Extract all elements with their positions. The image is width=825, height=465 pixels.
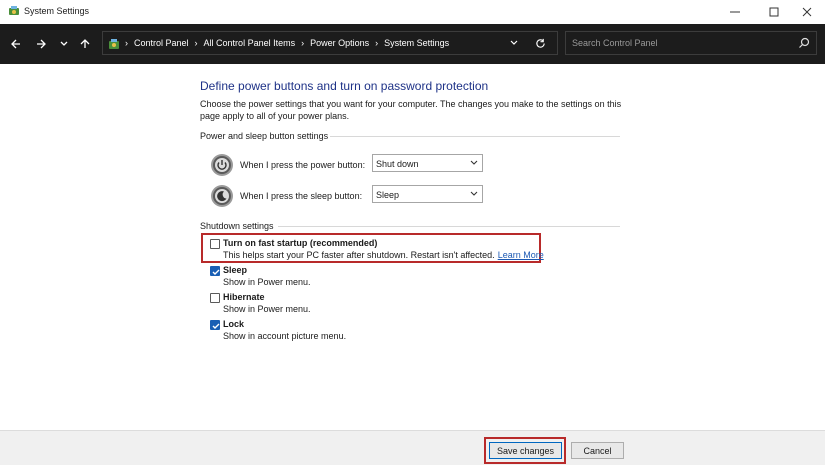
breadcrumb-all-items[interactable]: All Control Panel Items [204,38,296,48]
maximize-icon [769,7,779,17]
sleep-option-description: Show in Power menu. [223,277,311,287]
back-button[interactable] [7,35,25,53]
breadcrumb-system-settings[interactable]: System Settings [384,38,449,48]
lock-option-description: Show in account picture menu. [223,331,347,341]
search-placeholder: Search Control Panel [572,38,658,48]
power-button-icon [211,154,233,176]
sleep-button-row: When I press the sleep button: Sleep [210,184,490,208]
close-icon [802,7,812,17]
chevron-down-icon [470,160,478,165]
footer-bar: Save changes Cancel [0,430,825,465]
power-button-select-value: Shut down [376,159,419,169]
fast-startup-checkbox[interactable] [210,239,220,249]
save-changes-button[interactable]: Save changes [489,442,562,459]
address-bar[interactable]: › Control Panel › All Control Panel Item… [102,31,558,55]
arrow-left-icon [11,39,20,49]
hibernate-checkbox[interactable] [210,293,220,303]
up-button[interactable] [76,35,94,53]
fast-startup-description: This helps start your PC faster after sh… [223,250,544,260]
window-title: System Settings [24,6,90,16]
search-input[interactable]: Search Control Panel [565,31,817,55]
section-divider [278,226,620,227]
lock-option-title: Lock [223,319,245,329]
checkmark-icon [212,323,220,329]
learn-more-link[interactable]: Learn More [498,250,544,260]
chevron-down-icon [470,191,478,196]
fast-startup-description-text: This helps start your PC faster after sh… [223,250,495,260]
section-divider [330,136,620,137]
close-button[interactable] [789,0,825,24]
refresh-button[interactable] [533,36,547,50]
breadcrumb-power-options[interactable]: Power Options [310,38,369,48]
power-button-label: When I press the power button: [240,160,366,170]
sleep-checkbox[interactable] [210,266,220,276]
power-button-row: When I press the power button: Shut down [210,153,490,177]
sleep-button-select[interactable]: Sleep [372,185,483,203]
sleep-button-label: When I press the sleep button: [240,191,363,201]
title-bar: System Settings [0,0,825,24]
control-panel-icon [9,6,19,15]
breadcrumb: › Control Panel › All Control Panel Item… [125,32,449,54]
minimize-button[interactable] [717,0,753,24]
chevron-down-icon [510,40,518,45]
refresh-icon [535,38,545,48]
sleep-button-select-value: Sleep [376,190,400,200]
chevron-right-icon: › [125,38,128,48]
address-dropdown-button[interactable] [507,36,521,50]
shutdown-section-label: Shutdown settings [200,221,274,231]
page-title: Define power buttons and turn on passwor… [200,79,489,93]
search-icon[interactable] [798,37,810,49]
arrow-up-icon [80,39,90,48]
maximize-button[interactable] [756,0,792,24]
hibernate-option-description: Show in Power menu. [223,304,311,314]
recent-locations-button[interactable] [55,35,73,53]
arrow-right-icon [37,39,46,49]
lock-checkbox[interactable] [210,320,220,330]
fast-startup-title: Turn on fast startup (recommended) [223,238,378,248]
cancel-button[interactable]: Cancel [571,442,624,459]
power-section-label: Power and sleep button settings [200,131,329,141]
chevron-right-icon[interactable]: › [195,38,198,48]
checkmark-icon [212,269,220,275]
breadcrumb-control-panel[interactable]: Control Panel [134,38,189,48]
control-panel-icon [109,39,119,49]
sleep-button-icon [211,185,233,207]
forward-button[interactable] [32,35,50,53]
minimize-icon [730,11,740,13]
sleep-option-title: Sleep [223,265,248,275]
chevron-right-icon[interactable]: › [375,38,378,48]
chevron-down-icon [60,41,68,46]
page-description: Choose the power settings that you want … [200,99,622,121]
main-content: Define power buttons and turn on passwor… [0,64,825,430]
chevron-right-icon[interactable]: › [301,38,304,48]
hibernate-option-title: Hibernate [223,292,265,302]
power-button-select[interactable]: Shut down [372,154,483,172]
